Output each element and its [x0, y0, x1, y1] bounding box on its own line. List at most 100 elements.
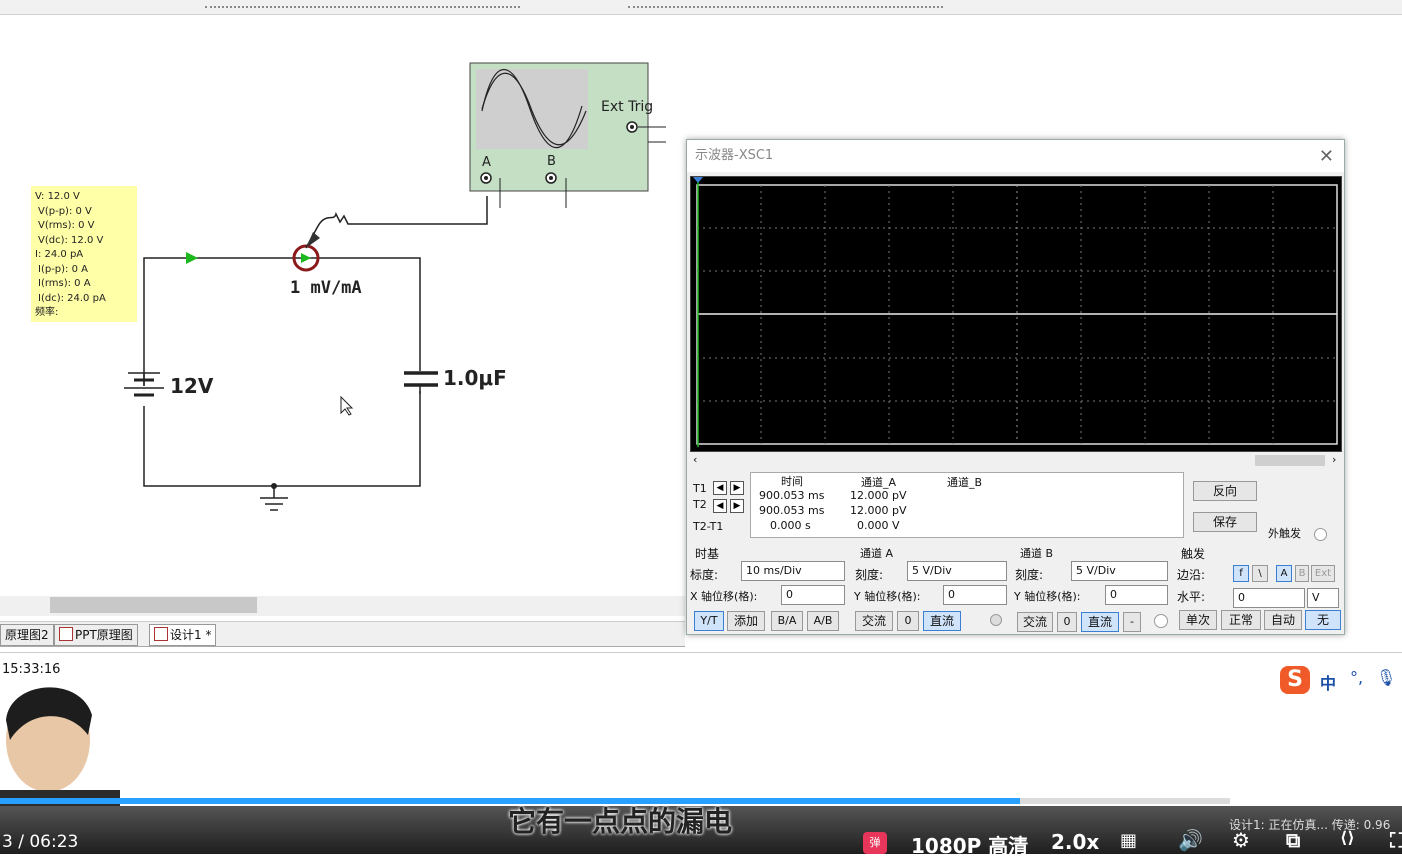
rising-edge-button[interactable]: f	[1233, 565, 1249, 582]
single-button[interactable]: 单次	[1179, 610, 1217, 630]
probe-vpp: V(p-p): 0 V	[38, 205, 92, 217]
chb-minus-button[interactable]: -	[1123, 612, 1141, 632]
scope-scrollbar[interactable]	[690, 453, 1342, 467]
probe-i: I: 24.0 pA	[35, 249, 84, 260]
toolbar-dropdown-2[interactable]	[628, 0, 943, 8]
ext-trigger-radio[interactable]	[1314, 528, 1327, 541]
canvas-scroll-thumb[interactable]	[50, 597, 257, 613]
cha-radio[interactable]	[990, 614, 1002, 626]
cha-ac-button[interactable]: 交流	[855, 611, 893, 631]
schematic-icon	[59, 627, 73, 641]
level-input[interactable]: 0	[1233, 588, 1305, 608]
speed-button[interactable]: 2.0x	[1051, 830, 1099, 854]
cursor-readout: 时间 通道_A 通道_B 900.053 ms 12.000 pV 900.05…	[750, 472, 1184, 538]
trigger-b-button[interactable]: B	[1295, 565, 1309, 582]
level-label: 水平:	[1177, 590, 1206, 604]
scope-scroll-thumb[interactable]	[1255, 455, 1325, 466]
tab-design1[interactable]: 设计1 *	[149, 624, 217, 646]
xpos-input[interactable]: 0	[781, 585, 845, 605]
capacitor-label: 1.0μF	[443, 366, 507, 390]
timebase-scale-input[interactable]: 10 ms/Div	[741, 561, 845, 581]
probe-readout-label: V: 12.0 V V(p-p): 0 V V(rms): 0 V V(dc):…	[31, 186, 137, 322]
subtitle-icon[interactable]: ▦	[1120, 830, 1137, 851]
trigger-ext-button[interactable]: Ext	[1311, 565, 1335, 582]
cha-ypos-input[interactable]: 0	[943, 585, 1007, 605]
video-time: 3 / 06:23	[2, 832, 79, 852]
chb-ypos-label: Y 轴位移(格):	[1014, 590, 1081, 603]
wire-bottom	[143, 391, 421, 487]
toolbar-dropdown[interactable]	[205, 0, 520, 8]
danmaku-icon[interactable]: 弹	[863, 832, 887, 854]
probe-ipp: I(p-p): 0 A	[38, 263, 88, 275]
ab-button[interactable]: A/B	[807, 611, 839, 631]
scope-grid	[693, 177, 1338, 447]
xpos-label: X 轴位移(格):	[690, 590, 758, 603]
t1-label: T1	[693, 482, 707, 495]
cha-scale-label: 刻度:	[855, 568, 884, 582]
scope-title: 示波器-XSC1	[687, 140, 1344, 172]
normal-button[interactable]: 正常	[1221, 610, 1261, 630]
fullscreen-icon[interactable]: ⛶	[1390, 828, 1402, 852]
ext-trigger-label: 外触发	[1268, 527, 1301, 540]
probe-vdc: V(dc): 12.0 V	[38, 234, 104, 246]
ime-mode[interactable]: 中	[1320, 670, 1336, 694]
level-unit-select[interactable]: V	[1307, 588, 1339, 608]
volume-icon[interactable]: 🔊	[1178, 828, 1203, 852]
reverse-button[interactable]: 反向	[1193, 481, 1257, 501]
header-chb: 通道_B	[947, 476, 983, 489]
cha-scale-input[interactable]: 5 V/Div	[907, 561, 1007, 581]
yt-button[interactable]: Y/T	[694, 611, 724, 631]
settings-icon[interactable]: ⚙	[1232, 828, 1250, 852]
t1-right-icon[interactable]: ▶	[730, 481, 744, 495]
channel-b-title: 通道 B	[1020, 547, 1054, 560]
scope-b-label: B	[547, 154, 556, 169]
t2-cha: 12.000 pV	[850, 504, 907, 517]
scope-screen[interactable]	[690, 176, 1342, 452]
save-button[interactable]: 保存	[1193, 512, 1257, 532]
t2-label: T2	[693, 498, 707, 511]
widescreen-icon[interactable]: ⟨⟩	[1340, 828, 1355, 847]
chb-dc-button[interactable]: 直流	[1081, 612, 1119, 632]
falling-edge-button[interactable]: \	[1252, 565, 1268, 582]
microphone-icon[interactable]: 🎙	[1376, 668, 1396, 687]
ba-button[interactable]: B/A	[771, 611, 803, 631]
t1-left-icon[interactable]: ◀	[713, 481, 727, 495]
current-arrow-icon	[186, 252, 198, 264]
scope-a-label: A	[482, 155, 491, 170]
punct-icon[interactable]: °,	[1350, 668, 1363, 687]
chb-ac-button[interactable]: 交流	[1017, 612, 1053, 632]
cha-dc-button[interactable]: 直流	[923, 611, 961, 631]
trigger-a-button[interactable]: A	[1276, 565, 1292, 582]
toolbar-strip	[0, 0, 1402, 15]
chb-zero-button[interactable]: 0	[1057, 612, 1077, 632]
auto-button[interactable]: 自动	[1264, 610, 1302, 630]
cha-zero-button[interactable]: 0	[897, 611, 919, 631]
dt-cha: 0.000 V	[857, 519, 900, 532]
none-button[interactable]: 无	[1305, 610, 1341, 630]
header-time: 时间	[781, 475, 803, 488]
t2-right-icon[interactable]: ▶	[730, 499, 744, 513]
wire-top	[143, 257, 421, 386]
chb-ypos-input[interactable]: 0	[1105, 585, 1168, 605]
tab-ppt-schematic[interactable]: PPT原理图	[54, 624, 138, 646]
scroll-right-icon[interactable]: ›	[1332, 453, 1336, 466]
tab-schematic2[interactable]: 原理图2	[0, 624, 54, 646]
close-icon[interactable]: ✕	[1319, 146, 1334, 167]
pip-icon[interactable]: ⧉	[1286, 828, 1300, 852]
probe-idc: I(dc): 24.0 pA	[38, 292, 106, 304]
chb-radio[interactable]	[1154, 614, 1168, 628]
probe-vrms: V(rms): 0 V	[38, 220, 95, 231]
probe-irms: I(rms): 0 A	[38, 278, 91, 289]
t1-time: 900.053 ms	[759, 489, 825, 502]
video-subtitle: 它有一点点的漏电	[508, 805, 733, 838]
timestamp: 15:33:16	[2, 662, 61, 677]
mouse-cursor-icon	[340, 395, 354, 416]
t2-left-icon[interactable]: ◀	[713, 499, 727, 513]
add-button[interactable]: 添加	[727, 611, 765, 631]
dt-time: 0.000 s	[770, 519, 811, 532]
header-cha: 通道_A	[861, 476, 897, 489]
quality-button[interactable]: 1080P 高清	[911, 830, 1028, 859]
chb-scale-input[interactable]: 5 V/Div	[1071, 561, 1168, 581]
scroll-left-icon[interactable]: ‹	[693, 453, 697, 466]
ime-toolbar[interactable]: S 中 °, 🎙	[1278, 664, 1402, 696]
